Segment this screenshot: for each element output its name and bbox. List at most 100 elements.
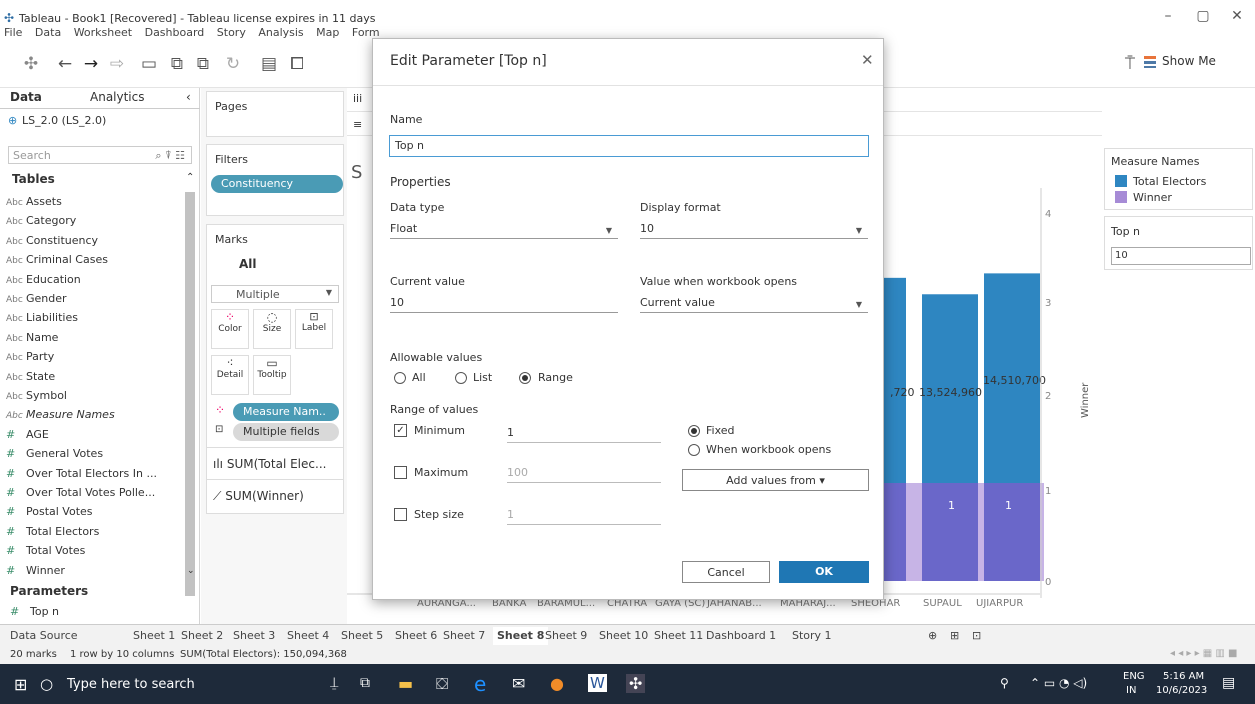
dimension-field[interactable]: Abc Category	[6, 214, 76, 227]
name-input[interactable]: Top n	[389, 135, 869, 157]
sheet-tab[interactable]: Sheet 3	[233, 629, 275, 642]
color-button[interactable]: ⁘ Color	[211, 309, 249, 349]
radio-range[interactable]	[519, 372, 531, 384]
dimension-field[interactable]: Abc Symbol	[6, 389, 67, 402]
dimension-field[interactable]: Abc Criminal Cases	[6, 253, 108, 266]
menu-map[interactable]: Map	[316, 26, 339, 39]
detail-button[interactable]: ⁖ Detail	[211, 355, 249, 395]
duplicate-icon[interactable]: ⧠	[286, 54, 308, 74]
bar-winner[interactable]	[984, 483, 1040, 581]
parameter-control-input[interactable]: 10	[1111, 247, 1251, 265]
measure-field[interactable]: # General Votes	[6, 447, 103, 460]
step-size-input[interactable]: 1	[507, 505, 661, 525]
tab-data[interactable]: Data	[10, 90, 42, 104]
data-type-select[interactable]: Float ▼	[390, 219, 618, 239]
menu-dashboard[interactable]: Dashboard	[145, 26, 205, 39]
radio-all[interactable]	[394, 372, 406, 384]
dimension-field[interactable]: Abc Name	[6, 331, 58, 344]
taskbar-search-input[interactable]: Type here to search	[67, 677, 195, 692]
close-window-icon[interactable]: ✕	[1227, 8, 1247, 24]
menu-data[interactable]: Data	[35, 26, 61, 39]
tab-analytics[interactable]: Analytics	[90, 90, 145, 104]
measure-names-pill[interactable]: Measure Nam..	[233, 403, 339, 421]
marks-all-tab[interactable]: All	[239, 257, 257, 271]
dimension-field[interactable]: Abc Education	[6, 273, 81, 286]
cancel-button[interactable]: Cancel	[682, 561, 770, 583]
maximum-checkbox[interactable]	[394, 466, 407, 479]
filters-card[interactable]: Filters Constituency	[206, 144, 344, 216]
radio-list-label[interactable]: List	[473, 371, 492, 384]
tray-icons[interactable]: ⌃ ▭ ◔ ◁)	[1030, 676, 1087, 690]
refresh-icon[interactable]: ↻	[222, 54, 244, 74]
forward-icon[interactable]: →	[80, 54, 102, 74]
menu-story[interactable]: Story	[217, 26, 246, 39]
clock-date[interactable]: 10/6/2023	[1156, 685, 1207, 696]
measure-field[interactable]: # Total Electors	[6, 525, 99, 538]
search-input[interactable]: Search ⌕ ⍒ ☷	[8, 146, 192, 164]
dialog-close-icon[interactable]: ✕	[861, 51, 874, 69]
current-value-input[interactable]: 10	[390, 293, 618, 313]
radio-when-opens[interactable]	[688, 444, 700, 456]
new-datasource-icon[interactable]: ⧉	[166, 54, 188, 74]
measure-field[interactable]: # Total Votes	[6, 544, 85, 557]
sheet-tab[interactable]: Sheet 10	[599, 629, 648, 642]
people-icon[interactable]: ⚲	[1000, 676, 1009, 690]
pager-icons[interactable]: ◂ ◂ ▸ ▸ ▦ ▥ ■	[1170, 648, 1238, 659]
radio-when-opens-label[interactable]: When workbook opens	[706, 443, 831, 456]
add-values-from-button[interactable]: Add values from ▾	[682, 469, 869, 491]
sum-winner-tab[interactable]: ⟋ SUM(Winner)	[213, 489, 304, 504]
sheet-tab[interactable]: Sheet 4	[287, 629, 329, 642]
filter-pill-constituency[interactable]: Constituency	[211, 175, 343, 193]
sheet-tab[interactable]: Sheet 8	[493, 627, 549, 645]
language[interactable]: ENG	[1123, 671, 1145, 682]
datasource-name[interactable]: LS_2.0 (LS_2.0)	[22, 114, 106, 127]
microphone-icon[interactable]: ⍊	[330, 675, 338, 691]
clock-time[interactable]: 5:16 AM	[1163, 671, 1204, 682]
dimension-field[interactable]: Abc Party	[6, 350, 54, 363]
show-me-button[interactable]: Show Me	[1144, 54, 1216, 68]
menu-file[interactable]: File	[4, 26, 22, 39]
sheet-tab[interactable]: Story 1	[792, 629, 832, 642]
step-size-checkbox[interactable]	[394, 508, 407, 521]
redo-icon[interactable]: ⇨	[106, 54, 128, 74]
windows-start-icon[interactable]: ⊞	[14, 675, 27, 694]
sum-total-electors-tab[interactable]: ılı SUM(Total Elec...	[213, 457, 326, 471]
menu-analysis[interactable]: Analysis	[258, 26, 303, 39]
legend-item-winner[interactable]: Winner	[1133, 191, 1172, 204]
maximum-input[interactable]: 100	[507, 463, 661, 483]
dimension-field[interactable]: Abc Constituency	[6, 234, 98, 247]
sheet-tab[interactable]: Sheet 11	[654, 629, 703, 642]
minimize-icon[interactable]: –	[1158, 8, 1178, 24]
sheet-tab[interactable]: Sheet 1	[133, 629, 175, 642]
new-dashboard-tab-icon[interactable]: ⊞	[950, 629, 959, 642]
sheet-tab[interactable]: Sheet 5	[341, 629, 383, 642]
radio-fixed-label[interactable]: Fixed	[706, 424, 735, 437]
sheet-tab[interactable]: Sheet 7	[443, 629, 485, 642]
ok-button[interactable]: OK	[779, 561, 869, 583]
dimension-field[interactable]: Abc Gender	[6, 292, 67, 305]
sheet-tab[interactable]: Dashboard 1	[706, 629, 776, 642]
label-button[interactable]: ⊡ Label	[295, 309, 333, 349]
presentation-icon[interactable]: ⍑	[1119, 54, 1141, 74]
sheet-tab[interactable]: Sheet 2	[181, 629, 223, 642]
radio-list[interactable]	[455, 372, 467, 384]
pages-card[interactable]: Pages	[206, 91, 344, 137]
measure-field[interactable]: # Winner	[6, 564, 65, 577]
new-worksheet-icon[interactable]: ▤	[258, 54, 280, 74]
sheet-tab[interactable]: Data Source	[10, 629, 78, 642]
tableau-home-icon[interactable]: ✣	[20, 54, 42, 74]
edge-icon[interactable]: e	[474, 672, 486, 696]
file-explorer-icon[interactable]: ▬	[398, 674, 413, 693]
collapse-icon[interactable]: ‹	[186, 90, 191, 104]
parameter-top-n[interactable]: # Top n	[10, 605, 59, 618]
bar-winner[interactable]	[922, 483, 978, 581]
workbook-opens-select[interactable]: Current value ▼	[640, 293, 868, 313]
save-icon[interactable]: ▭	[138, 54, 160, 74]
chevron-down-icon[interactable]: ⌄	[187, 566, 195, 576]
dimension-field[interactable]: Abc Liabilities	[6, 311, 78, 324]
cortana-icon[interactable]: ○	[40, 675, 53, 693]
new-story-tab-icon[interactable]: ⊡	[972, 629, 981, 642]
restore-icon[interactable]: ▢	[1193, 8, 1213, 24]
tooltip-button[interactable]: ▭ Tooltip	[253, 355, 291, 395]
measure-field[interactable]: # Over Total Votes Polle...	[6, 486, 155, 499]
